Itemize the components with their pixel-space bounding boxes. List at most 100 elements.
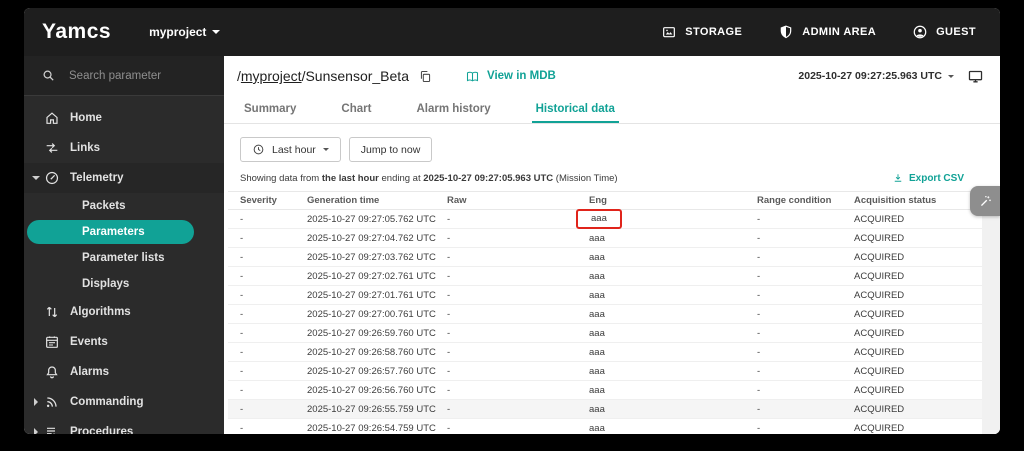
tab-summary[interactable]: Summary (240, 96, 300, 123)
tab-alarm-history[interactable]: Alarm history (412, 96, 494, 123)
summary-range: the last hour (321, 172, 379, 184)
cell-range_condition: - (745, 304, 842, 324)
right-tool-rail (982, 186, 1000, 434)
cell-generation_time: 2025-10-27 09:26:59.760 UTC (295, 323, 436, 343)
table-row[interactable]: -2025-10-27 09:27:04.762 UTC - aaa - ACQUIRE… (228, 228, 982, 248)
tab-chart[interactable]: Chart (337, 96, 375, 123)
sidebar-item-label: Parameters (82, 226, 145, 238)
chevron-down-icon (948, 74, 954, 78)
home-icon (44, 110, 60, 126)
cell-range_condition: - (745, 380, 842, 400)
toolbar: Last hour Jump to now (240, 137, 1000, 162)
cell-range_condition: - (745, 285, 842, 305)
cell-severity: - (228, 342, 295, 362)
table-row[interactable]: -2025-10-27 09:27:02.761 UTC - aaa - ACQUIRE… (228, 266, 982, 286)
main-panel: /myproject/Sunsensor_Beta View in MDB 20… (224, 56, 1000, 434)
tab-historical-data[interactable]: Historical data (531, 96, 619, 123)
table-row[interactable]: -2025-10-27 09:27:05.762 UTC - aaa - ACQUIRE… (228, 209, 982, 229)
sidebar-item-packets[interactable]: Packets (24, 193, 224, 219)
cell-acquisition_status: ACQUIRED (842, 342, 982, 362)
time-range-label: Last hour (272, 143, 316, 156)
column-header-range-condition: Range condition (745, 191, 842, 210)
cell-severity: - (228, 266, 295, 286)
cell-generation_time: 2025-10-27 09:26:54.759 UTC (295, 418, 436, 434)
display-options-button[interactable] (970, 186, 1000, 216)
download-icon (892, 172, 904, 184)
mission-time-selector[interactable]: 2025-10-27 09:27:25.963 UTC (798, 70, 954, 82)
cell-severity: - (228, 247, 295, 267)
cell-generation_time: 2025-10-27 09:26:56.760 UTC (295, 380, 436, 400)
cell-range_condition: - (745, 399, 842, 419)
sidebar-item-events[interactable]: Events (24, 327, 224, 357)
view-in-mdb-label: View in MDB (487, 70, 556, 82)
sidebar-item-commanding[interactable]: Commanding (24, 387, 224, 417)
sidebar-item-procedures[interactable]: Procedures (24, 417, 224, 434)
yamcs-logo: Yamcs (42, 20, 112, 43)
sidebar: Home Links Telemetry Packets Parameters Param… (24, 56, 224, 434)
sidebar-item-parameter-lists[interactable]: Parameter lists (24, 245, 224, 271)
cell-generation_time: 2025-10-27 09:26:58.760 UTC (295, 342, 436, 362)
cell-value: aaa (591, 213, 607, 224)
cell-severity: - (228, 209, 295, 229)
table-row[interactable]: -2025-10-27 09:26:59.760 UTC - aaa - ACQUIRE… (228, 323, 982, 343)
table-row[interactable]: -2025-10-27 09:26:58.760 UTC - aaa - ACQUIRE… (228, 342, 982, 362)
cell-raw: - (435, 361, 577, 381)
cell-severity: - (228, 285, 295, 305)
cell-raw: - (435, 285, 577, 305)
breadcrumb-project-link[interactable]: myproject (241, 68, 302, 84)
instance-selector[interactable]: myproject (149, 25, 221, 39)
book-icon (465, 69, 480, 84)
app-window: Yamcs myproject STORAGE ADMIN AREA GUEST H… (24, 8, 1000, 434)
breadcrumb: /myproject/Sunsensor_Beta (237, 68, 409, 84)
sidebar-item-label: Procedures (70, 426, 134, 434)
time-range-button[interactable]: Last hour (240, 137, 341, 162)
table-row[interactable]: -2025-10-27 09:27:03.762 UTC - aaa - ACQUIRE… (228, 247, 982, 267)
view-in-mdb-link[interactable]: View in MDB (465, 69, 556, 84)
sidebar-item-algorithms[interactable]: Algorithms (24, 297, 224, 327)
cell-eng: aaa (577, 380, 745, 400)
cell-eng: aaa (577, 285, 745, 305)
cell-eng: aaa (577, 361, 745, 381)
cell-severity: - (228, 304, 295, 324)
top-bar: Yamcs myproject STORAGE ADMIN AREA GUEST (24, 8, 1000, 56)
shield-icon (778, 24, 794, 40)
topbar-action-storage[interactable]: STORAGE (661, 24, 742, 40)
copy-icon[interactable] (418, 69, 433, 84)
sidebar-item-label: Parameter lists (82, 252, 165, 264)
jump-to-now-button[interactable]: Jump to now (348, 137, 433, 162)
search-icon (41, 68, 56, 83)
events-icon (44, 334, 60, 350)
monitor-icon[interactable] (967, 68, 984, 85)
sidebar-item-parameters[interactable]: Parameters (27, 220, 194, 244)
cell-acquisition_status: ACQUIRED (842, 285, 982, 305)
telemetry-icon (44, 170, 60, 186)
cell-severity: - (228, 399, 295, 419)
export-csv-link[interactable]: Export CSV (892, 172, 964, 184)
export-csv-label: Export CSV (908, 172, 964, 184)
cell-acquisition_status: ACQUIRED (842, 399, 982, 419)
sidebar-item-displays[interactable]: Displays (24, 271, 224, 297)
parameter-search[interactable] (24, 56, 224, 96)
search-input[interactable] (67, 68, 207, 83)
sidebar-item-alarms[interactable]: Alarms (24, 357, 224, 387)
table-row[interactable]: -2025-10-27 09:26:54.759 UTC - aaa - ACQUIRE… (228, 418, 982, 434)
table-row[interactable]: -2025-10-27 09:26:55.759 UTC - aaa - ACQUIRE… (228, 399, 982, 419)
cell-raw: - (435, 209, 577, 229)
table-row[interactable]: -2025-10-27 09:27:01.761 UTC - aaa - ACQUIRE… (228, 285, 982, 305)
sidebar-item-links[interactable]: Links (24, 133, 224, 163)
table-row[interactable]: -2025-10-27 09:27:00.761 UTC - aaa - ACQUIRE… (228, 304, 982, 324)
sidebar-item-label: Telemetry (70, 172, 124, 184)
table-row[interactable]: -2025-10-27 09:26:56.760 UTC - aaa - ACQUIRE… (228, 380, 982, 400)
annotation-red-box: aaa (576, 209, 622, 229)
cell-range_condition: - (745, 266, 842, 286)
cell-range_condition: - (745, 361, 842, 381)
table-row[interactable]: -2025-10-27 09:26:57.760 UTC - aaa - ACQUIRE… (228, 361, 982, 381)
sidebar-item-home[interactable]: Home (24, 103, 224, 133)
cell-generation_time: 2025-10-27 09:26:57.760 UTC (295, 361, 436, 381)
topbar-action-guest[interactable]: GUEST (912, 24, 976, 40)
cell-raw: - (435, 399, 577, 419)
sidebar-item-telemetry[interactable]: Telemetry (24, 163, 224, 193)
topbar-action-admin-area[interactable]: ADMIN AREA (778, 24, 876, 40)
chevron-down-icon (30, 176, 42, 180)
mission-time-label: 2025-10-27 09:27:25.963 UTC (798, 70, 942, 82)
